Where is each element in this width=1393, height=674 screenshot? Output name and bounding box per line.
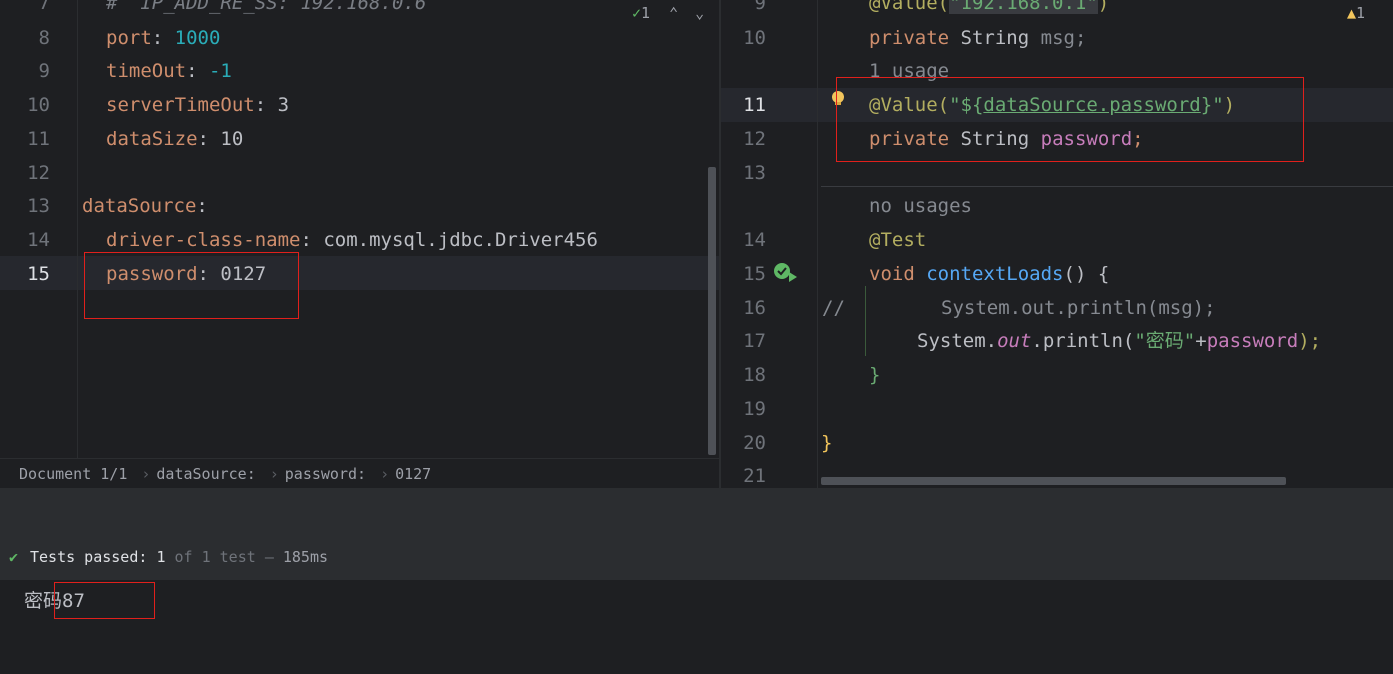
- line-number: 9: [754, 0, 766, 14]
- breadcrumb-item-value[interactable]: 0127: [395, 465, 431, 483]
- test-status: Tests passed: 1 of 1 test – 185ms: [30, 548, 329, 566]
- breadcrumb-item-password[interactable]: password:: [285, 465, 366, 483]
- breadcrumb-item-datasource[interactable]: dataSource:: [156, 465, 255, 483]
- code-line-16: //: [822, 297, 845, 319]
- code-line-9: @Value("192.168.0.1"): [869, 0, 1109, 20]
- line-number: 17: [743, 330, 766, 352]
- line-number: 11: [27, 128, 50, 150]
- yaml-editor[interactable]: 7 8 9 10 11 12 13 14 15 # IP_ADD_RE_SS: …: [0, 0, 719, 488]
- vertical-scrollbar[interactable]: [708, 167, 716, 455]
- code-line-10: private String msg;: [869, 27, 1087, 49]
- code-line-14: @Test: [869, 229, 927, 251]
- line-number: 12: [27, 162, 50, 184]
- yaml-line-datasize: dataSize: 10: [106, 128, 244, 150]
- code-line-17: System.out.println("密码"+password);: [917, 330, 1322, 352]
- line-number: 10: [27, 94, 50, 116]
- gutter-border: [817, 0, 818, 488]
- line-number: 8: [38, 27, 50, 49]
- yaml-line-servertimeout: serverTimeOut: 3: [106, 94, 290, 116]
- line-number: 9: [38, 60, 50, 82]
- horizontal-scrollbar[interactable]: [821, 477, 1286, 485]
- code-line-15: void contextLoads() {: [869, 263, 1110, 285]
- chevron-down-icon[interactable]: ⌄: [695, 4, 704, 22]
- line-number: 15: [27, 263, 50, 285]
- line-number: 15: [743, 263, 766, 285]
- run-test-icon[interactable]: [773, 262, 799, 284]
- commented-code: System.out.println(msg);: [941, 297, 1216, 319]
- yaml-line-timeout: timeOut: -1: [106, 60, 232, 82]
- breadcrumb-document[interactable]: Document 1/1: [19, 465, 127, 483]
- code-line-18: }: [869, 364, 881, 386]
- yaml-comment: # IP_ADD_RE_SS: 192.168.0.6: [106, 0, 427, 14]
- bottom-toolbar: [0, 488, 1393, 540]
- line-number: 12: [743, 128, 766, 150]
- highlight-box: [836, 77, 1304, 162]
- line-number: 10: [743, 27, 766, 49]
- line-number: 18: [743, 364, 766, 386]
- line-number: 21: [743, 465, 766, 487]
- method-separator: [821, 186, 1393, 187]
- chevron-up-icon[interactable]: ⌃: [669, 4, 678, 22]
- usage-hint: no usages: [869, 195, 972, 217]
- code-line-20: }: [821, 432, 833, 454]
- java-editor[interactable]: 9 10 11 12 13 14 15 16 17 18 19 20 21 @V…: [721, 0, 1393, 488]
- indent-guide: [865, 286, 866, 356]
- yaml-line-datasource: dataSource:: [82, 195, 208, 217]
- line-number: 13: [743, 162, 766, 184]
- check-icon: ✔: [9, 548, 19, 566]
- test-results-bar: ✔ Tests passed: 1 of 1 test – 185ms: [0, 540, 1393, 580]
- line-number: 13: [27, 195, 50, 217]
- check-icon: ✓: [632, 4, 642, 22]
- warning-icon: ▲: [1347, 4, 1357, 22]
- breadcrumb: Document 1/1 › dataSource: › password: › 0127: [0, 458, 719, 489]
- inspection-widget[interactable]: ✓1 ⌃ ⌄: [632, 2, 704, 24]
- console-output[interactable]: 密码87: [0, 580, 1393, 674]
- line-number: 14: [743, 229, 766, 251]
- highlight-box: [84, 252, 299, 319]
- line-number: 20: [743, 432, 766, 454]
- highlight-box: [54, 582, 155, 619]
- line-number: 14: [27, 229, 50, 251]
- warning-widget[interactable]: ▲1: [1347, 2, 1365, 24]
- yaml-line-port: port: 1000: [106, 27, 221, 49]
- line-number: 11: [743, 94, 766, 116]
- line-number: 7: [38, 0, 50, 14]
- line-number: 16: [743, 297, 766, 319]
- line-number: 19: [743, 398, 766, 420]
